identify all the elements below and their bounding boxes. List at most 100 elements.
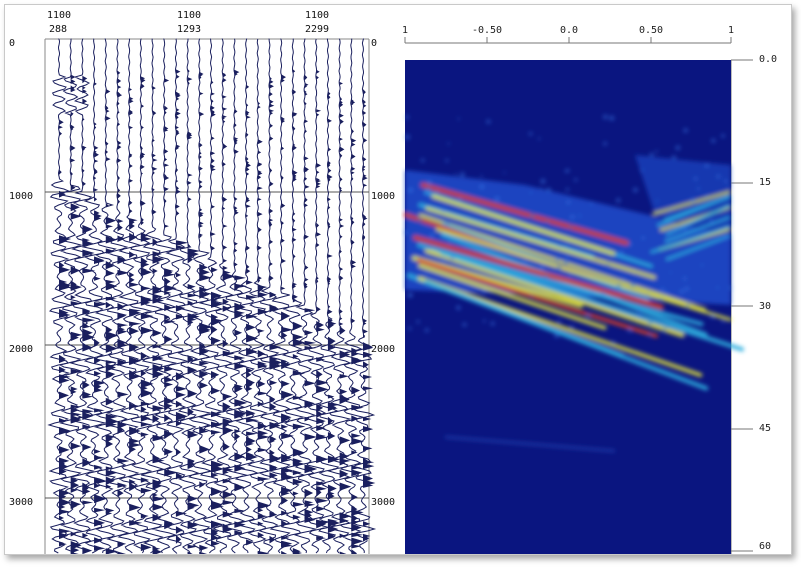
trace-peak-fill: [327, 254, 333, 258]
trace-peak-fill: [187, 77, 193, 82]
trace-peak-fill: [257, 101, 261, 106]
trace-peak-fill: [70, 171, 73, 177]
trace-peak-fill: [269, 91, 273, 97]
trace-peak-fill: [94, 159, 99, 163]
trace-peak-fill: [175, 167, 178, 173]
trace-peak-fill: [351, 239, 355, 246]
trace-peak-fill: [129, 426, 141, 436]
noise-speck: [445, 222, 449, 227]
trace-peak-fill: [304, 197, 308, 203]
noise-speck: [557, 320, 561, 324]
trace-peak-fill: [152, 153, 156, 158]
trace-peak-fill: [281, 202, 286, 209]
trace-peak-fill: [363, 89, 366, 96]
trace-peak-fill: [117, 158, 122, 163]
noise-speck: [655, 150, 658, 153]
trace-peak-fill: [140, 83, 145, 89]
trace-peak-fill: [59, 125, 63, 129]
trace-peak-fill: [363, 445, 373, 452]
noise-speck: [683, 128, 688, 133]
trace-peak-fill: [175, 272, 182, 278]
trace-peak-fill: [94, 276, 101, 281]
noise-speck: [700, 264, 704, 267]
noise-speck: [404, 134, 410, 140]
trace-peak-fill: [129, 87, 132, 92]
noise-speck: [554, 331, 557, 334]
trace-peak-fill: [246, 245, 250, 251]
trace-peak-fill: [94, 408, 105, 413]
trace-peak-fill: [152, 158, 158, 162]
trace-peak-fill: [304, 380, 316, 387]
noise-speck: [554, 333, 559, 339]
trace-peak-fill: [281, 258, 286, 264]
trace-peak-fill: [269, 218, 274, 222]
noise-speck: [545, 220, 549, 224]
trace-peak-fill: [269, 239, 274, 245]
trace-peak-fill: [292, 169, 298, 176]
trace-peak-fill: [94, 449, 101, 454]
trace-peak-fill: [222, 393, 233, 400]
noise-speck: [459, 263, 463, 267]
noise-speck: [659, 298, 663, 302]
noise-speck: [486, 119, 491, 124]
trace-peak-fill: [129, 99, 134, 104]
trace-peak-fill: [269, 181, 274, 187]
trace-peak-fill: [164, 224, 169, 228]
trace-peak-fill: [339, 373, 349, 379]
trace-peak-fill: [117, 144, 122, 150]
noise-speck: [426, 179, 432, 185]
trace-peak-fill: [94, 81, 97, 86]
trace-peak-fill: [199, 381, 209, 390]
noise-speck: [716, 174, 721, 179]
trace-peak-fill: [94, 145, 99, 151]
trace-peak-fill: [82, 380, 90, 390]
trace-peak-fill: [222, 511, 234, 518]
trace-peak-fill: [257, 197, 262, 201]
trace-peak-fill: [257, 139, 263, 145]
trace-peak-fill: [222, 161, 226, 167]
noise-speck: [574, 178, 578, 182]
trace-peak-fill: [105, 88, 111, 95]
trace-peak-fill: [152, 138, 155, 143]
trace-peak-fill: [257, 186, 263, 190]
trace-peak-fill: [363, 374, 373, 380]
trace-peak-fill: [246, 446, 252, 453]
trace-peak-fill: [281, 286, 286, 290]
trace-peak-fill: [234, 262, 238, 267]
trace-peak-fill: [82, 224, 93, 234]
trace-peak-fill: [339, 551, 347, 554]
trace-peak-fill: [351, 433, 361, 439]
trace-peak-fill: [222, 206, 226, 210]
noise-speck: [616, 283, 621, 288]
trace-peak-fill: [199, 544, 209, 551]
trace-peak-fill: [211, 387, 221, 395]
trace-peak-fill: [117, 85, 122, 90]
trace-peak-fill: [304, 129, 307, 134]
trace-peak-fill: [70, 203, 80, 212]
trace-peak-fill: [175, 391, 186, 399]
noise-speck: [522, 260, 528, 266]
noise-speck: [704, 163, 710, 168]
trace-peak-fill: [59, 446, 70, 454]
noise-speck: [601, 291, 606, 296]
trace-peak-fill: [199, 151, 202, 156]
trace-peak-fill: [363, 99, 366, 105]
noise-speck: [503, 171, 506, 174]
trace-peak-fill: [339, 267, 344, 272]
noise-speck: [590, 292, 594, 296]
trace-peak-fill: [316, 170, 320, 175]
trace-peak-fill: [281, 380, 290, 388]
trace-peak-fill: [129, 163, 133, 169]
noise-speck: [671, 155, 677, 160]
noise-speck: [569, 225, 572, 229]
trace-peak-fill: [234, 196, 238, 201]
noise-speck: [426, 186, 432, 192]
trace-peak-fill: [292, 253, 296, 259]
trace-peak-fill: [117, 78, 122, 84]
trace-peak-fill: [152, 170, 155, 176]
trace-peak-fill: [175, 448, 182, 456]
trace-peak-fill: [281, 550, 288, 554]
trace-peak-fill: [94, 476, 105, 485]
trace-peak-fill: [82, 85, 86, 90]
trace-peak-fill: [304, 74, 308, 81]
